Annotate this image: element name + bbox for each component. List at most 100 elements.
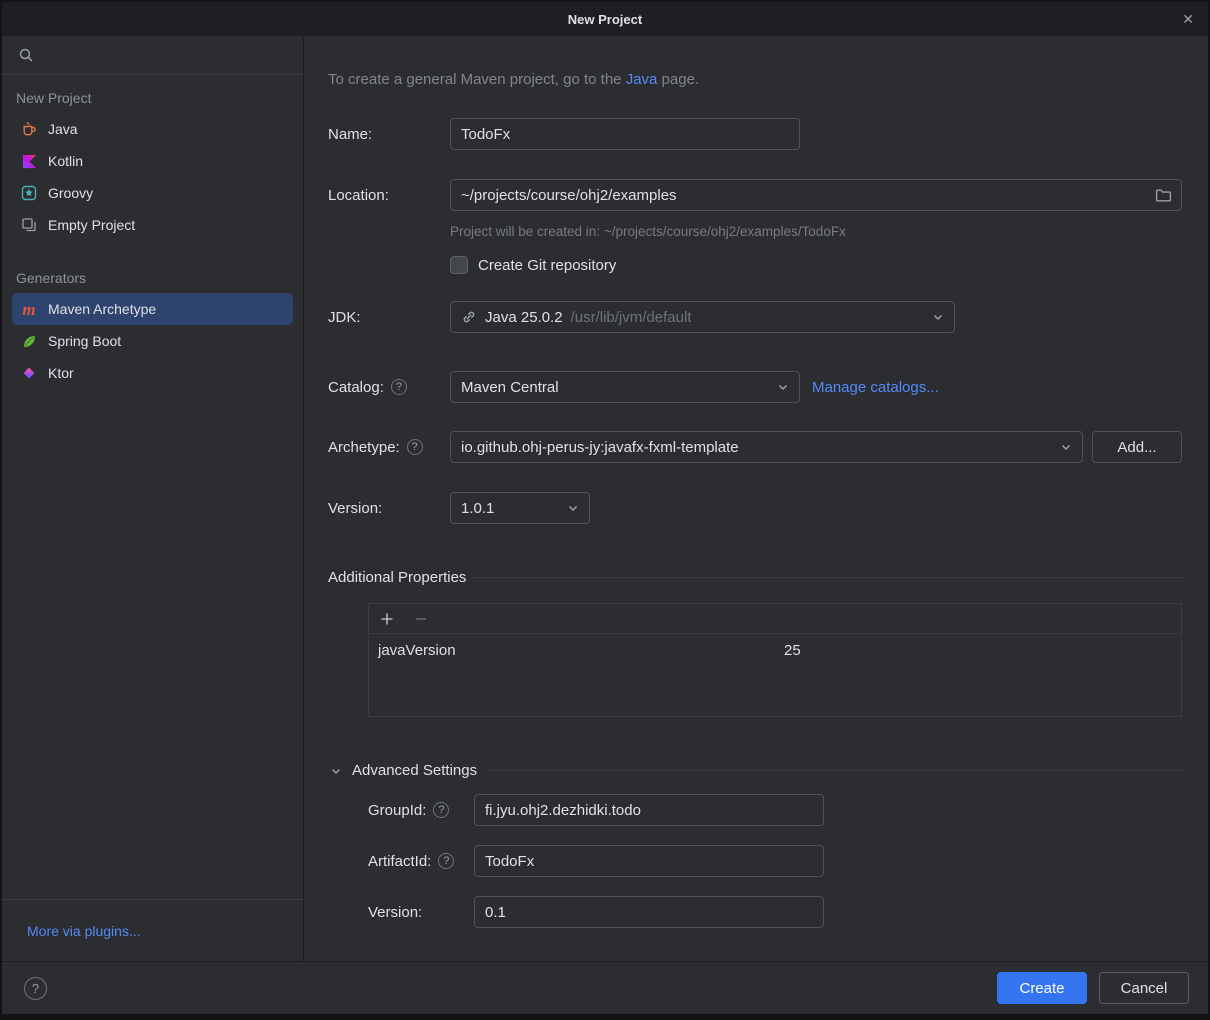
sidebar-item-label: Ktor (48, 365, 74, 381)
archetype-row: Archetype: ? io.github.ohj-perus-jy:java… (328, 431, 1182, 463)
additional-properties-title: Additional Properties (328, 569, 466, 586)
create-button[interactable]: Create (997, 972, 1087, 1004)
sidebar-item-java[interactable]: Java (12, 113, 293, 145)
location-help-text: Project will be created in: ~/projects/c… (450, 224, 1182, 239)
jdk-row: JDK: Java 25.0.2 /usr/lib/jvm/default (328, 301, 1182, 333)
groupid-field-wrap (474, 794, 824, 826)
help-icon[interactable]: ? (24, 977, 47, 1000)
java-icon (20, 120, 38, 138)
new-project-dialog: New Project ✕ New Project (0, 0, 1210, 1020)
sidebar-item-label: Java (48, 121, 78, 137)
ktor-icon (20, 364, 38, 382)
name-row: Name: (328, 118, 1182, 150)
archetype-label: Archetype: (328, 439, 400, 456)
section-header-generators: Generators (12, 263, 293, 293)
link-icon (461, 309, 477, 325)
maven-hint: To create a general Maven project, go to… (328, 70, 1182, 90)
manage-catalogs-link[interactable]: Manage catalogs... (812, 379, 939, 396)
groupid-row: GroupId: ? (368, 794, 1182, 826)
sidebar-item-ktor[interactable]: Ktor (12, 357, 293, 389)
spring-icon (20, 332, 38, 350)
location-field-wrap (450, 179, 1182, 211)
remove-property-button[interactable] (412, 610, 430, 628)
sidebar: New Project Java (2, 36, 304, 961)
archetype-version-row: Version: 1.0.1 (328, 492, 1182, 524)
git-checkbox-label: Create Git repository (478, 257, 616, 274)
artifactid-help-icon[interactable]: ? (438, 853, 454, 869)
sidebar-item-label: Maven Archetype (48, 301, 156, 317)
advanced-settings-title: Advanced Settings (352, 762, 477, 779)
sidebar-item-label: Spring Boot (48, 333, 121, 349)
java-page-link[interactable]: Java (626, 71, 658, 88)
name-input[interactable] (451, 119, 799, 149)
git-checkbox[interactable] (450, 256, 468, 274)
name-field-wrap (450, 118, 800, 150)
sidebar-item-groovy[interactable]: Groovy (12, 177, 293, 209)
properties-table: javaVersion 25 (368, 603, 1182, 717)
sidebar-nav: New Project Java (2, 75, 303, 899)
jdk-value: Java 25.0.2 (485, 309, 563, 326)
folder-icon[interactable] (1155, 187, 1181, 204)
search-row (2, 36, 303, 75)
cancel-button[interactable]: Cancel (1099, 972, 1189, 1004)
header-rule (485, 770, 1182, 771)
groupid-input[interactable] (475, 795, 823, 825)
artifactid-field-wrap (474, 845, 824, 877)
chevron-down-icon (1058, 439, 1074, 455)
location-input[interactable] (451, 180, 1155, 210)
groupid-label: GroupId: (368, 802, 426, 819)
jdk-path: /usr/lib/jvm/default (571, 309, 692, 326)
sidebar-item-maven-archetype[interactable]: m Maven Archetype (12, 293, 293, 325)
archetype-dropdown[interactable]: io.github.ohj-perus-jy:javafx-fxml-templ… (450, 431, 1083, 463)
more-via-plugins-link[interactable]: More via plugins... (27, 923, 141, 939)
kotlin-icon (20, 152, 38, 170)
name-label: Name: (328, 126, 372, 143)
sidebar-footer: More via plugins... (2, 899, 303, 961)
catalog-dropdown[interactable]: Maven Central (450, 371, 800, 403)
maven-icon: m (20, 300, 38, 318)
main-panel: To create a general Maven project, go to… (304, 36, 1208, 961)
sidebar-item-spring-boot[interactable]: Spring Boot (12, 325, 293, 357)
version-dropdown[interactable]: 1.0.1 (450, 492, 590, 524)
title-bar: New Project ✕ (2, 2, 1208, 36)
archetype-value: io.github.ohj-perus-jy:javafx-fxml-templ… (461, 439, 739, 456)
version-label: Version: (328, 500, 382, 517)
section-header-new-project: New Project (12, 83, 293, 113)
sidebar-item-empty-project[interactable]: Empty Project (12, 209, 293, 241)
location-row: Location: (328, 179, 1182, 211)
git-checkbox-row: Create Git repository (450, 256, 1182, 274)
artifactid-label: ArtifactId: (368, 853, 431, 870)
property-value: 25 (775, 642, 801, 659)
property-key: javaVersion (369, 642, 775, 659)
sidebar-item-kotlin[interactable]: Kotlin (12, 145, 293, 177)
search-icon[interactable] (18, 47, 34, 63)
dialog-body: New Project Java (2, 36, 1208, 961)
jdk-dropdown[interactable]: Java 25.0.2 /usr/lib/jvm/default (450, 301, 955, 333)
location-label: Location: (328, 187, 389, 204)
catalog-row: Catalog: ? Maven Central Manage catalogs… (328, 371, 1182, 403)
chevron-down-icon (930, 309, 946, 325)
chevron-down-icon (565, 500, 581, 516)
project-version-row: Version: (368, 896, 1182, 928)
add-archetype-button[interactable]: Add... (1092, 431, 1182, 463)
project-version-label: Version: (368, 904, 422, 921)
catalog-label: Catalog: (328, 379, 384, 396)
hint-suffix: page. (657, 71, 699, 88)
project-version-field-wrap (474, 896, 824, 928)
catalog-help-icon[interactable]: ? (391, 379, 407, 395)
groovy-icon (20, 184, 38, 202)
artifactid-input[interactable] (475, 846, 823, 876)
jdk-label: JDK: (328, 309, 361, 326)
chevron-down-icon (328, 763, 344, 779)
version-value: 1.0.1 (461, 500, 494, 517)
property-row[interactable]: javaVersion 25 (369, 634, 1181, 666)
add-property-button[interactable] (378, 610, 396, 628)
project-version-input[interactable] (475, 897, 823, 927)
artifactid-row: ArtifactId: ? (368, 845, 1182, 877)
archetype-help-icon[interactable]: ? (407, 439, 423, 455)
advanced-settings-header[interactable]: Advanced Settings (328, 762, 1182, 779)
close-icon[interactable]: ✕ (1182, 2, 1194, 36)
sidebar-item-label: Groovy (48, 185, 93, 201)
catalog-value: Maven Central (461, 379, 559, 396)
groupid-help-icon[interactable]: ? (433, 802, 449, 818)
